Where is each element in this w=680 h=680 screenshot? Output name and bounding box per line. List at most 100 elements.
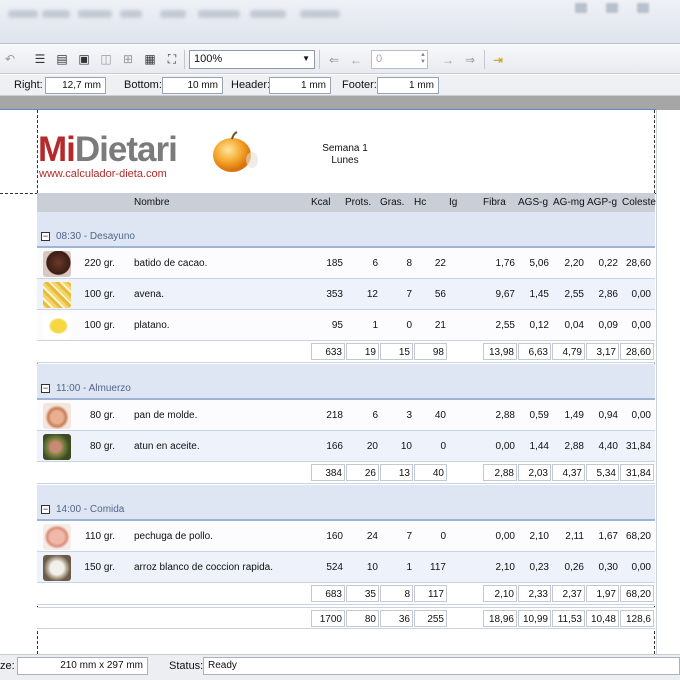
total-fibra: 13,98 <box>483 343 517 360</box>
fibra: 2,10 <box>495 562 515 573</box>
zoom-select[interactable]: 100% ▼ <box>189 50 315 69</box>
menu-item[interactable] <box>8 10 38 18</box>
group-title: 08:30 - Desayuno <box>56 231 135 242</box>
agp: 0,22 <box>598 258 618 269</box>
table-row[interactable]: 150 gr. arroz blanco de coccion rapida. … <box>37 552 655 583</box>
quantity: 80 gr. <box>89 410 115 421</box>
col-gras: Gras. <box>380 197 405 208</box>
ags: 1,44 <box>529 441 549 452</box>
table-row[interactable]: 220 gr. batido de cacao. 185 6 8 22 1,76… <box>37 248 655 279</box>
kcal: 185 <box>326 258 343 269</box>
menu-item[interactable] <box>250 10 286 18</box>
total-gras: 8 <box>380 585 413 602</box>
header-margin-label: Header: <box>231 79 271 91</box>
total-prots: 26 <box>346 464 379 481</box>
group-header-desayuno[interactable]: − 08:30 - Desayuno <box>37 212 655 248</box>
next-page-icon[interactable]: → <box>440 52 456 68</box>
total-kcal: 683 <box>311 585 345 602</box>
grand-total-agm: 11,53 <box>552 610 585 627</box>
total-coles: 68,20 <box>620 585 654 602</box>
size-label: ze: <box>0 660 15 672</box>
food-name: pechuga de pollo. <box>134 531 213 542</box>
page-width-icon[interactable]: ▣ <box>76 51 92 67</box>
first-page-icon[interactable]: ⇐ <box>326 52 342 68</box>
zoom-icon[interactable]: ⛶ <box>164 51 180 67</box>
minimize-icon[interactable] <box>575 3 587 13</box>
table-row[interactable]: 110 gr. pechuga de pollo. 160 24 7 0 0,0… <box>37 521 655 552</box>
agm: 2,88 <box>564 441 584 452</box>
menu-item[interactable] <box>42 10 70 18</box>
coles: 0,00 <box>631 320 651 331</box>
gras: 7 <box>406 531 412 542</box>
collapse-icon[interactable]: − <box>41 232 50 241</box>
fibra: 2,55 <box>495 320 515 331</box>
table-row[interactable]: 80 gr. atun en aceite. 166 20 10 0 0,00 … <box>37 431 655 462</box>
kcal: 95 <box>331 320 343 331</box>
menu-item[interactable] <box>160 10 186 18</box>
zoom-value: 100% <box>194 53 223 65</box>
oats-icon <box>43 282 71 308</box>
exit-door-icon[interactable]: ⇥ <box>490 52 506 68</box>
multi-page-icon[interactable]: ▦ <box>142 51 158 67</box>
grand-total-gras: 36 <box>380 610 413 627</box>
group-title: 14:00 - Comida <box>56 504 125 515</box>
spinner-icon[interactable]: ▲ ▼ <box>420 52 426 66</box>
agp: 2,86 <box>598 289 618 300</box>
menu-item[interactable] <box>300 10 340 18</box>
page-setup-icon[interactable]: ▤ <box>54 51 70 67</box>
rice-icon <box>43 555 71 581</box>
day-label: Lunes <box>331 155 359 166</box>
agm: 2,55 <box>564 289 584 300</box>
page-number-value: 0 <box>376 53 383 65</box>
page-number-input[interactable]: 0 ▲ ▼ <box>371 50 428 69</box>
table-row[interactable]: 100 gr. platano. 95 1 0 21 2,55 0,12 0,0… <box>37 310 655 341</box>
table-row[interactable]: 80 gr. pan de molde. 218 6 3 40 2,88 0,5… <box>37 400 655 431</box>
prots: 1 <box>372 320 378 331</box>
quantity: 220 gr. <box>84 258 115 269</box>
group-header-comida[interactable]: − 14:00 - Comida <box>37 485 655 521</box>
agm: 2,20 <box>564 258 584 269</box>
close-icon[interactable] <box>637 3 649 13</box>
two-pages-icon[interactable]: ◫ <box>98 51 114 67</box>
total-coles: 28,60 <box>620 343 654 360</box>
quantity: 80 gr. <box>89 441 115 452</box>
gras: 10 <box>400 441 412 452</box>
menu-item[interactable] <box>198 10 240 18</box>
collapse-icon[interactable]: − <box>41 505 50 514</box>
menu-item[interactable] <box>78 10 112 18</box>
table-row[interactable]: 100 gr. avena. 353 12 7 56 9,67 1,45 2,5… <box>37 279 655 310</box>
logo-url[interactable]: www.calculador-dieta.com <box>39 168 167 180</box>
total-agp: 1,97 <box>586 585 619 602</box>
page-right-gutter <box>656 110 680 654</box>
midietari-logo: MiDietari www.calculador-dieta.com <box>38 130 268 185</box>
prev-page-icon[interactable]: ← <box>348 52 364 68</box>
total-ags: 2,33 <box>518 585 551 602</box>
group-total-row: 683 35 8 117 2,10 2,33 2,37 1,97 68,20 <box>37 583 655 605</box>
header-margin-field[interactable]: 1 mm <box>269 77 331 94</box>
maximize-icon[interactable] <box>606 3 618 13</box>
total-gras: 15 <box>380 343 413 360</box>
footer-margin-field[interactable]: 1 mm <box>377 77 439 94</box>
coles: 68,20 <box>625 531 651 542</box>
chicken-breast-icon <box>43 524 71 550</box>
footer-margin-label: Footer: <box>342 79 377 91</box>
bread-icon <box>43 403 71 429</box>
col-nombre: Nombre <box>134 197 170 208</box>
week-day-label: Semana 1 Lunes <box>300 143 390 167</box>
bottom-margin-field[interactable]: 10 mm <box>162 77 223 94</box>
group-header-almuerzo[interactable]: − 11:00 - Almuerzo <box>37 364 655 400</box>
menu-item[interactable] <box>120 10 142 18</box>
agp: 0,09 <box>598 320 618 331</box>
kcal: 353 <box>326 289 343 300</box>
total-ags: 6,63 <box>518 343 551 360</box>
four-pages-icon[interactable]: ⊞ <box>120 51 136 67</box>
last-page-icon[interactable]: ⇒ <box>462 52 478 68</box>
grand-total-hc: 255 <box>414 610 447 627</box>
collapse-icon[interactable]: − <box>41 384 50 393</box>
back-icon[interactable]: ↶ <box>2 51 18 67</box>
hc: 0 <box>440 441 446 452</box>
fibra: 0,00 <box>495 531 515 542</box>
single-page-icon[interactable]: ☰ <box>32 51 48 67</box>
food-name: pan de molde. <box>134 410 198 421</box>
right-margin-field[interactable]: 12,7 mm <box>45 77 106 94</box>
